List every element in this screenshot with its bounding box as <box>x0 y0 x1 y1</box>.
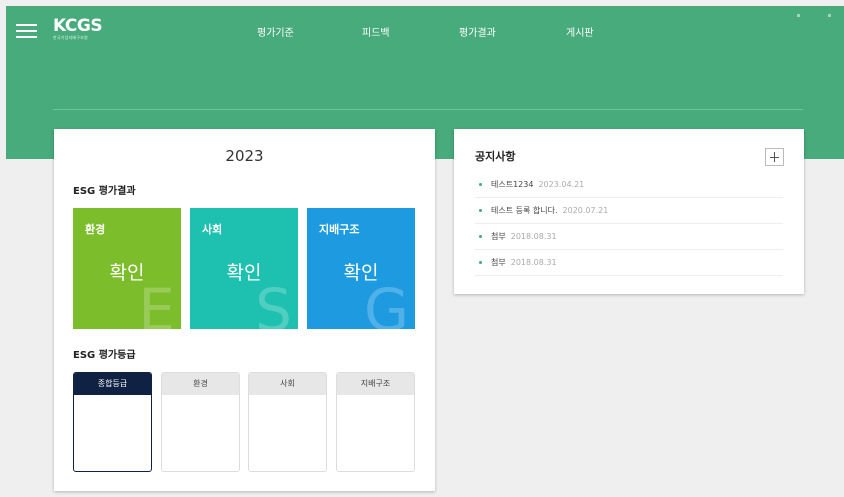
tile-governance-label: 지배구조 <box>319 223 360 236</box>
logo[interactable]: KCGS 한국기업지배구조원 <box>53 16 103 41</box>
tile-governance-letter: G <box>364 276 409 329</box>
notice-item-title: 테스트 등록 합니다. <box>491 206 558 215</box>
decoration-dot <box>797 14 800 17</box>
tile-social-label: 사회 <box>202 223 223 236</box>
tile-environment-label: 환경 <box>85 223 106 236</box>
tile-environment[interactable]: 환경 E 확인 <box>73 208 181 329</box>
list-item[interactable]: 테스트1234 2023.04.21 <box>475 172 783 198</box>
tile-social-letter: S <box>255 276 292 329</box>
tile-social[interactable]: 사회 S 확인 <box>190 208 298 329</box>
notice-title: 공지사항 <box>475 150 516 163</box>
tile-governance-confirm: 확인 <box>343 262 379 284</box>
grade-panel-environment: 환경 <box>161 372 240 472</box>
header-divider <box>53 109 803 110</box>
list-item[interactable]: 테스트 등록 합니다. 2020.07.21 <box>475 198 783 224</box>
nav-evaluation-results[interactable]: 평가결과 <box>459 24 496 39</box>
grade-panel-overall: 종합등급 <box>73 372 152 472</box>
grade-tab-governance[interactable]: 지배구조 <box>337 373 414 395</box>
logo-subtext: 한국기업지배구조원 <box>53 35 88 40</box>
year-title: 2023 <box>225 147 264 165</box>
esg-results-heading: ESG 평가결과 <box>73 186 136 197</box>
notice-card: 공지사항 테스트1234 2023.04.21 테스트 등록 합니다. 2020.0… <box>454 129 804 294</box>
notice-item-date: 2023.04.21 <box>538 180 585 189</box>
bullet-icon <box>479 183 482 186</box>
nav-evaluation-criteria[interactable]: 평가기준 <box>257 24 294 39</box>
notice-item-title: 첨부 <box>491 232 506 241</box>
nav-feedback[interactable]: 피드백 <box>362 24 390 39</box>
esg-grades-heading: ESG 평가등급 <box>73 350 136 361</box>
bullet-icon <box>479 261 482 264</box>
menu-icon[interactable] <box>16 24 37 38</box>
notice-item-date: 2018.08.31 <box>510 258 557 267</box>
notice-item-title: 테스트1234 <box>491 180 534 189</box>
grade-tab-environment[interactable]: 환경 <box>162 373 239 395</box>
logo-text: KCGS <box>53 16 103 36</box>
nav-board[interactable]: 게시판 <box>566 24 594 39</box>
grade-tab-social[interactable]: 사회 <box>249 373 326 395</box>
grade-tab-overall[interactable]: 종합등급 <box>74 373 151 395</box>
bullet-icon <box>479 235 482 238</box>
grade-panel-governance: 지배구조 <box>336 372 415 472</box>
notice-list: 테스트1234 2023.04.21 테스트 등록 합니다. 2020.07.21 … <box>475 172 783 276</box>
tile-environment-letter: E <box>138 276 175 329</box>
list-item[interactable]: 첨부 2018.08.31 <box>475 224 783 250</box>
grade-panel-social: 사회 <box>248 372 327 472</box>
tile-environment-confirm: 확인 <box>109 262 145 284</box>
bullet-icon <box>479 209 482 212</box>
notice-item-title: 첨부 <box>491 258 506 267</box>
esg-results-card: 2023 ESG 평가결과 환경 E 확인 사회 S 확인 지배구조 G 확인 … <box>54 129 435 491</box>
plus-icon[interactable] <box>765 148 784 166</box>
decoration-dot <box>828 14 831 17</box>
notice-item-date: 2018.08.31 <box>510 232 557 241</box>
list-item[interactable]: 첨부 2018.08.31 <box>475 250 783 276</box>
tile-social-confirm: 확인 <box>226 262 262 284</box>
tile-governance[interactable]: 지배구조 G 확인 <box>307 208 415 329</box>
notice-item-date: 2020.07.21 <box>562 206 609 215</box>
